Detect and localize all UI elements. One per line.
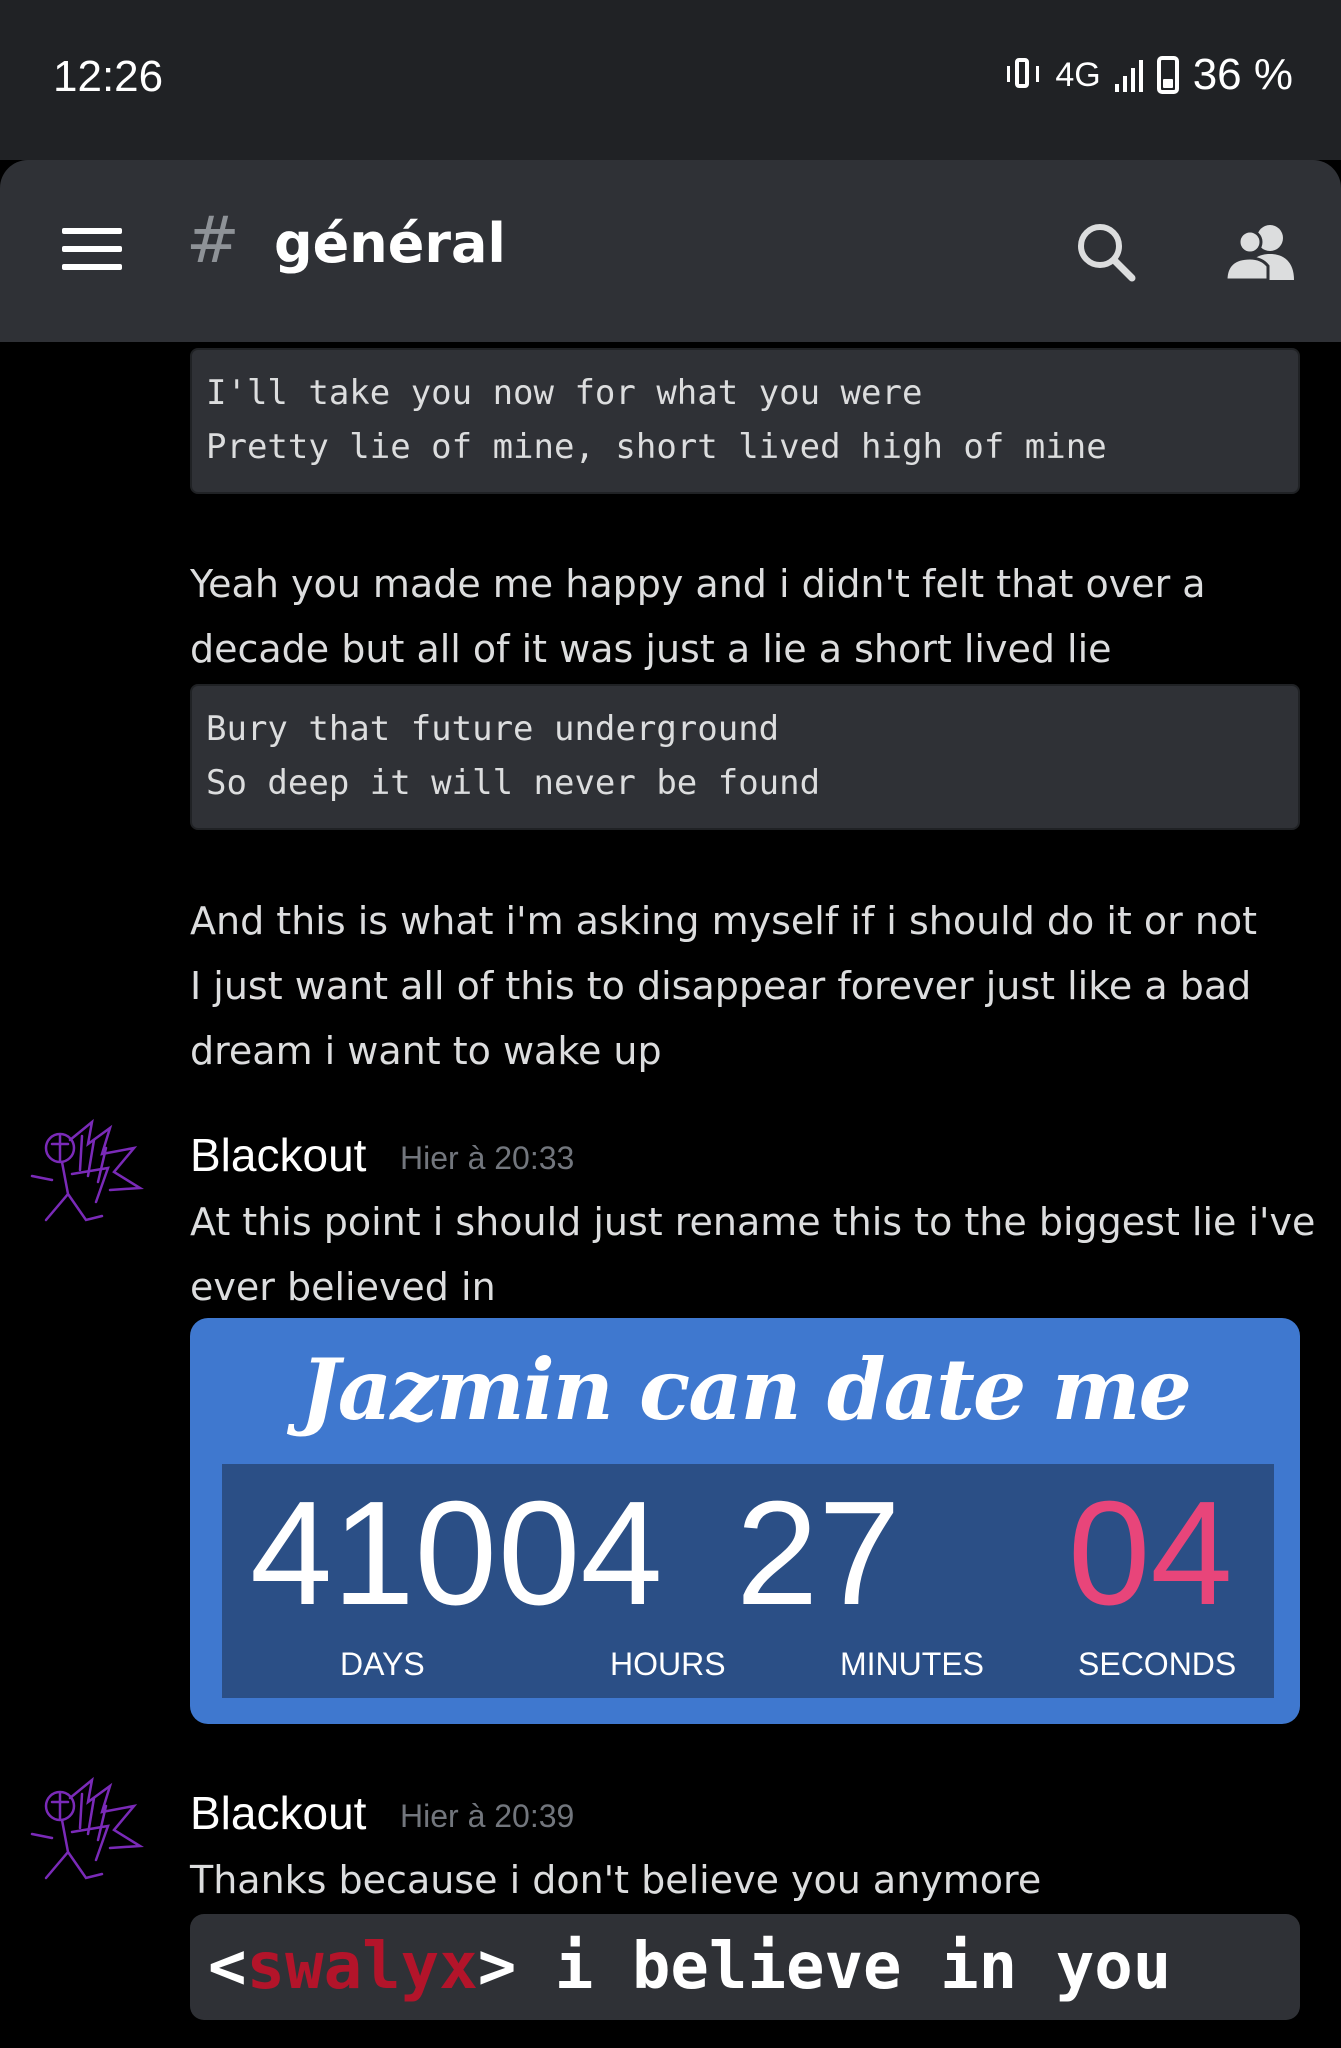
countdown-hours: 04 (498, 1471, 663, 1636)
avatar[interactable] (22, 1768, 152, 1898)
channel-header: # général (0, 160, 1341, 342)
label-hours: HOURS (610, 1646, 726, 1682)
search-icon[interactable] (1074, 220, 1138, 284)
avatar-sketch-icon (30, 1118, 144, 1222)
code-line: So deep it will never be found (206, 763, 821, 803)
message-list[interactable]: I'll take you now for what you were Prett… (0, 342, 1341, 2048)
code-line: Pretty lie of mine, short lived high of … (206, 427, 1107, 467)
term-username: swalyx (246, 1930, 478, 2004)
clock: 12:26 (53, 52, 164, 101)
timestamp: Hier à 20:39 (400, 1798, 575, 1834)
battery-percent: 36 % (1192, 50, 1293, 99)
text-line: Yeah you made me happy and i didn't felt… (190, 562, 1206, 606)
label-minutes: MINUTES (840, 1646, 984, 1682)
timestamp: Hier à 20:33 (400, 1140, 575, 1176)
term-bracket-open: < (208, 1930, 247, 2004)
message-text: And this is what i'm asking myself if i … (190, 889, 1330, 1084)
countdown-days: 410 (250, 1471, 497, 1636)
message-text: Thanks because i don't believe you anymo… (190, 1848, 1330, 1913)
battery-icon (1156, 56, 1179, 94)
text-line: Thanks because i don't believe you anymo… (190, 1858, 1042, 1902)
text-line: dream i want to wake up (190, 1029, 662, 1073)
signal-icon (1114, 58, 1143, 92)
vibrate-icon (1005, 56, 1041, 94)
code-line: I'll take you now for what you were (206, 373, 923, 413)
text-line: At this point i should just rename this … (190, 1200, 1316, 1244)
message-text: At this point i should just rename this … (190, 1190, 1330, 1320)
countdown-panel: 410 04 27 04 DAYS HOURS MINUTES SECONDS (222, 1464, 1274, 1698)
text-line: And this is what i'm asking myself if i … (190, 899, 1258, 943)
code-line: Bury that future underground (206, 709, 780, 749)
code-block: Bury that future underground So deep it w… (190, 684, 1300, 830)
members-icon[interactable] (1224, 218, 1296, 282)
username[interactable]: Blackout (190, 1128, 366, 1182)
status-bar: 12:26 4G 36 % (0, 0, 1341, 160)
text-line: I just want all of this to disappear for… (190, 964, 1252, 1008)
countdown-image[interactable]: Jazmin can date me 410 04 27 04 DAYS HOU… (190, 1318, 1300, 1724)
terminal-image[interactable]: <swalyx> i believe in you (190, 1914, 1300, 2020)
message-text: Yeah you made me happy and i didn't felt… (190, 552, 1330, 682)
term-text: i believe in you (516, 1930, 1172, 2004)
countdown-minutes: 27 (736, 1471, 901, 1636)
username[interactable]: Blackout (190, 1786, 366, 1840)
network-type: 4G (1055, 55, 1101, 94)
avatar[interactable] (22, 1110, 152, 1240)
term-bracket-close: > (477, 1930, 517, 2004)
label-days: DAYS (340, 1646, 425, 1682)
text-line: decade but all of it was just a lie a sh… (190, 627, 1112, 671)
countdown-seconds: 04 (1068, 1471, 1233, 1636)
channel-name: général (274, 212, 506, 275)
text-line: ever believed in (190, 1265, 496, 1309)
code-block: I'll take you now for what you were Prett… (190, 348, 1300, 494)
system-icons: 4G 36 % (1005, 50, 1293, 100)
countdown-title: Jazmin can date me (300, 1340, 1192, 1439)
menu-icon[interactable] (62, 228, 122, 270)
hash-icon: # (186, 204, 240, 278)
label-seconds: SECONDS (1078, 1646, 1237, 1682)
avatar-sketch-icon (30, 1776, 144, 1880)
